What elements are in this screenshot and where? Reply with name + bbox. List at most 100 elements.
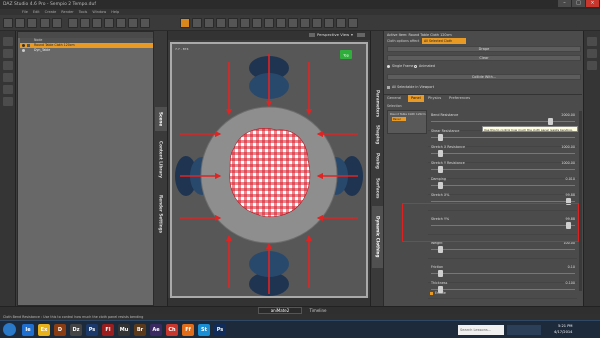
taskbar-app-icon[interactable]: Ff [182, 324, 194, 336]
lock-icon[interactable] [27, 44, 30, 47]
light-icon[interactable] [92, 18, 102, 28]
cloth-options-select[interactable]: All Selected Cloth [422, 38, 466, 44]
gingham-tablecloth[interactable] [229, 128, 311, 217]
render-icon[interactable] [68, 18, 78, 28]
enable-checkbox[interactable] [430, 292, 433, 295]
animated-radio[interactable] [414, 65, 417, 68]
primitive-icon[interactable] [128, 18, 138, 28]
taskbar-app-icon[interactable]: D [54, 324, 66, 336]
prop-icon[interactable] [116, 18, 126, 28]
redo-icon[interactable] [52, 18, 62, 28]
universal-tool-icon[interactable] [192, 18, 202, 28]
pane-icon[interactable] [587, 61, 597, 70]
taskbar-app-icon[interactable]: Ae [150, 324, 162, 336]
tab-scene[interactable]: Scene [155, 107, 167, 131]
rotate-tool-icon[interactable] [204, 18, 214, 28]
menu-window[interactable]: Window [92, 10, 106, 14]
menu-render[interactable]: Render [61, 10, 73, 14]
param-slider-knob[interactable] [437, 134, 443, 141]
new-icon[interactable] [3, 18, 13, 28]
taskbar-app-icon[interactable]: Ps [214, 324, 226, 336]
tab-panel[interactable]: Panel [408, 95, 424, 102]
pane-icon[interactable] [587, 37, 597, 46]
viewport[interactable]: Top 7.7 - 874 [170, 42, 368, 298]
search-input[interactable]: Search Lessons... [458, 325, 504, 335]
node-weight-icon[interactable] [324, 18, 334, 28]
node-selection-tool-icon[interactable] [180, 18, 190, 28]
menu-edit[interactable]: Edit [33, 10, 40, 14]
library-icon[interactable] [348, 18, 358, 28]
param-slider-knob[interactable] [548, 118, 554, 125]
panel-icon[interactable] [3, 61, 13, 70]
active-pose-icon[interactable] [288, 18, 298, 28]
param-row[interactable]: Weight 100.00 [428, 239, 577, 259]
param-slider-knob[interactable] [437, 150, 443, 157]
param-slider-track[interactable] [431, 273, 575, 274]
scrollbar[interactable] [579, 111, 582, 291]
save-icon[interactable] [27, 18, 37, 28]
param-slider-track[interactable] [431, 121, 575, 122]
taskbar-app-icon[interactable]: St [198, 324, 210, 336]
taskbar-app-icon[interactable]: Mu [118, 324, 130, 336]
taskbar-app-icon[interactable]: Ex [38, 324, 50, 336]
geometry-editor-icon[interactable] [276, 18, 286, 28]
single-frame-radio[interactable] [387, 65, 390, 68]
clock-date[interactable]: 4/17/2014 [554, 330, 572, 334]
param-row[interactable]: Thickness 0.100 [428, 279, 577, 299]
camera-label[interactable]: Perspective View [317, 32, 349, 37]
tray-icons[interactable] [507, 325, 541, 335]
transform-icon[interactable] [312, 18, 322, 28]
taskbar-app-icon[interactable]: Dz [70, 324, 82, 336]
menu-help[interactable]: Help [111, 10, 119, 14]
joint-editor-icon[interactable] [240, 18, 250, 28]
param-value[interactable]: 0.100 [566, 281, 575, 285]
tab-animate2[interactable]: aniMate2 [258, 307, 302, 314]
camera-icon[interactable] [80, 18, 90, 28]
pane-icon[interactable] [587, 49, 597, 58]
undo-icon[interactable] [40, 18, 50, 28]
param-value[interactable]: 0.10 [568, 265, 575, 269]
taskbar-app-icon[interactable]: Ie [22, 324, 34, 336]
taskbar-app-icon[interactable]: Ch [166, 324, 178, 336]
panel-icon[interactable] [3, 97, 13, 106]
tab-general[interactable]: General [384, 95, 404, 102]
param-slider-track[interactable] [431, 153, 575, 154]
close-button[interactable]: × [586, 0, 599, 7]
param-slider-track[interactable] [431, 137, 575, 138]
param-slider-track[interactable] [431, 185, 575, 186]
collide-with-button[interactable]: Collide With... [387, 74, 581, 80]
param-slider-track[interactable] [431, 169, 575, 170]
maximize-button[interactable]: □ [572, 0, 585, 7]
open-icon[interactable] [15, 18, 25, 28]
param-slider-knob[interactable] [437, 182, 443, 189]
minimize-button[interactable]: – [558, 0, 571, 7]
menu-tools[interactable]: Tools [79, 10, 88, 14]
drape-button[interactable]: Drape [387, 46, 581, 52]
param-slider-knob[interactable] [437, 270, 443, 277]
param-value[interactable]: 0.010 [566, 177, 575, 181]
menu-create[interactable]: Create [45, 10, 57, 14]
tab-render-settings[interactable]: Render Settings [155, 189, 167, 239]
visibility-eye-icon[interactable] [22, 49, 25, 52]
start-button[interactable] [3, 323, 16, 336]
param-slider-track[interactable] [431, 289, 575, 290]
param-slider-knob[interactable] [437, 246, 443, 253]
param-value[interactable]: 1000.00 [561, 161, 575, 165]
dropdown-chevron-icon[interactable]: ▾ [351, 32, 353, 37]
param-value[interactable]: 2000.00 [561, 113, 575, 117]
panel-icon[interactable] [3, 85, 13, 94]
tab-content-library[interactable]: Content Library [155, 133, 167, 187]
taskbar-app-icon[interactable]: Fl [102, 324, 114, 336]
clock-time[interactable]: 5:21 PM [558, 324, 572, 328]
view-selector-icon[interactable] [309, 33, 315, 37]
region-nav-icon[interactable] [300, 18, 310, 28]
panel-icon[interactable] [3, 49, 13, 58]
spot-render-icon[interactable] [264, 18, 274, 28]
param-value[interactable]: 1000.00 [561, 145, 575, 149]
scale-tool-icon[interactable] [228, 18, 238, 28]
translate-tool-icon[interactable] [216, 18, 226, 28]
taskbar-app-icon[interactable]: Br [134, 324, 146, 336]
panel-icon[interactable] [3, 73, 13, 82]
param-slider-track[interactable] [431, 201, 575, 202]
tree-item[interactable]: Round Table Cloth 120cm [390, 112, 426, 116]
